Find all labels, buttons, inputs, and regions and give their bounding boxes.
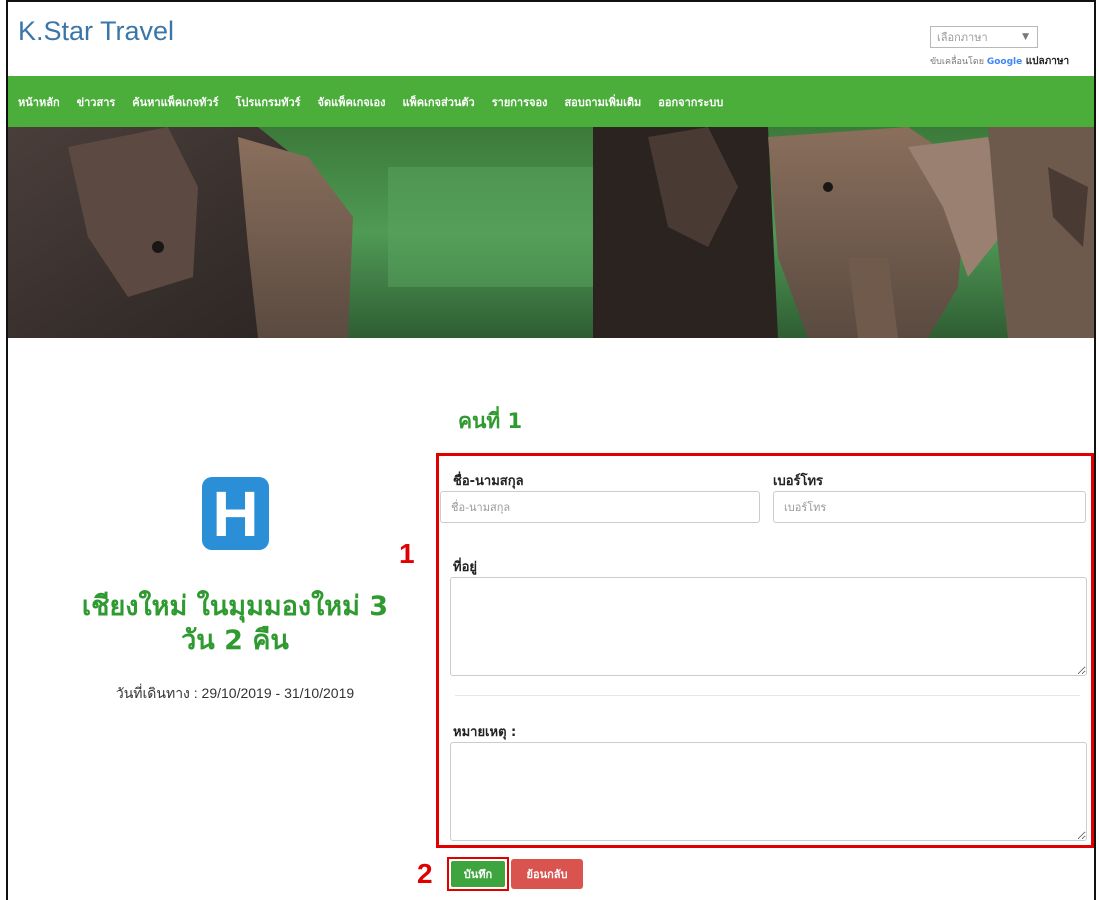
note-label: หมายเหตุ : (453, 725, 517, 740)
save-button-highlight: บันทึก (447, 857, 509, 891)
hotel-h-icon: H (202, 477, 269, 550)
step-2-marker: 2 (417, 858, 433, 889)
main-nav: หน้าหลัก ข่าวสาร ค้นหาแพ็คเกจทัวร์ โปรแก… (8, 76, 1094, 127)
tour-title: เชียงใหม่ ในมุมมองใหม่ 3 วัน 2 คืน (81, 591, 389, 656)
google-translate-credit: ขับเคลื่อนโดย Google แปลภาษา (930, 54, 1069, 69)
language-select-value: เลือกภาษา (937, 31, 988, 44)
form-divider (455, 695, 1080, 696)
powered-by-prefix: ขับเคลื่อนโดย (930, 57, 987, 67)
nav-item-home[interactable]: หน้าหลัก (18, 93, 60, 111)
nav-item-custom-package[interactable]: จัดแพ็คเกจเอง (318, 93, 386, 111)
site-brand[interactable]: K.Star Travel (18, 16, 174, 47)
note-textarea[interactable] (450, 742, 1087, 841)
nav-item-tour-programs[interactable]: โปรแกรมทัวร์ (236, 93, 301, 111)
address-textarea[interactable] (450, 577, 1087, 676)
phone-input[interactable] (773, 491, 1086, 523)
person-heading: คนที่ 1 (458, 409, 523, 433)
save-button[interactable]: บันทึก (451, 861, 505, 887)
tour-date: วันที่เดินทาง : 29/10/2019 - 31/10/2019 (115, 685, 355, 701)
hero-banner-image (8, 127, 1094, 338)
nav-item-inquiry[interactable]: สอบถามเพิ่มเติม (564, 93, 641, 111)
address-label: ที่อยู่ (453, 560, 477, 575)
chevron-down-icon: ▼ (1022, 32, 1029, 42)
phone-label: เบอร์โทร (773, 474, 824, 489)
nav-item-search-packages[interactable]: ค้นหาแพ็คเกจทัวร์ (132, 93, 218, 111)
step-1-marker: 1 (399, 538, 415, 569)
nav-item-news[interactable]: ข่าวสาร (77, 93, 116, 111)
name-label: ชื่อ-นามสกุล (453, 474, 524, 489)
nav-item-private-package[interactable]: แพ็คเกจส่วนตัว (402, 93, 474, 111)
google-logo[interactable]: Google (987, 57, 1022, 67)
site-header: K.Star Travel เลือกภาษา ▼ ขับเคลื่อนโดย … (8, 2, 1094, 76)
back-button[interactable]: ย้อนกลับ (511, 859, 583, 889)
language-select[interactable]: เลือกภาษา ▼ (930, 26, 1038, 48)
nav-item-bookings[interactable]: รายการจอง (492, 93, 548, 111)
nav-item-logout[interactable]: ออกจากระบบ (658, 93, 723, 111)
name-input[interactable] (440, 491, 760, 523)
translate-label: แปลภาษา (1022, 56, 1070, 67)
